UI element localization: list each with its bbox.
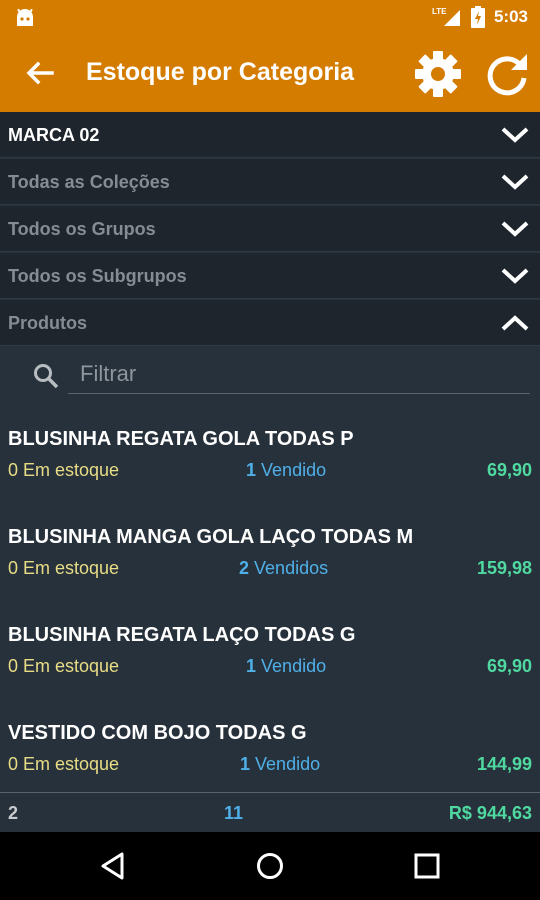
product-sold-label: Vendido — [261, 460, 327, 480]
chevron-down-icon — [501, 127, 529, 143]
filter-collection-label: Todas as Coleções — [8, 172, 170, 192]
svg-text:LTE: LTE — [432, 7, 447, 16]
product-sold-label: Vendido — [255, 754, 321, 774]
nav-home-icon[interactable] — [254, 850, 286, 882]
status-bar: LTE 5:03 — [0, 0, 540, 34]
filter-group[interactable]: Todos os Grupos — [0, 206, 540, 252]
product-sold-count: 1 — [246, 656, 257, 676]
sold-total: 11 — [224, 803, 244, 823]
product-name: BLUSINHA REGATA GOLA TODAS P — [8, 428, 354, 450]
filter-products-label: Produtos — [8, 313, 87, 333]
chevron-down-icon — [501, 221, 529, 237]
content-area: MARCA 02 Todas as Coleções Todos os Grup… — [0, 112, 540, 832]
product-sold: 1 Vendido — [240, 754, 320, 775]
chevron-up-icon — [501, 315, 529, 331]
product-name: BLUSINHA REGATA LAÇO TODAS G — [8, 624, 356, 646]
grand-total: R$ 944,63 — [448, 803, 532, 823]
product-name: VESTIDO COM BOJO TODAS G — [8, 722, 307, 744]
system-nav-bar — [0, 832, 540, 900]
filter-subgroup[interactable]: Todos os Subgrupos — [0, 253, 540, 299]
product-stock: 0 Em estoque — [8, 558, 120, 578]
android-notification-icon — [17, 8, 33, 26]
lte-signal-icon: LTE — [432, 7, 460, 26]
product-sold: 2 Vendidos — [239, 558, 328, 579]
product-count: 2 — [8, 803, 19, 823]
page-title: Estoque por Categoria — [86, 58, 355, 86]
search-icon — [34, 364, 59, 389]
filter-collection[interactable]: Todas as Coleções — [0, 159, 540, 205]
chevron-down-icon — [501, 268, 529, 284]
product-name: BLUSINHA MANGA GOLA LAÇO TODAS M — [8, 526, 414, 548]
product-price: 159,98 — [476, 558, 532, 578]
filter-brand[interactable]: MARCA 02 — [0, 112, 540, 158]
list-item[interactable]: BLUSINHA REGATA GOLA TODAS P 0 Em estoqu… — [0, 428, 540, 526]
product-stock: 0 Em estoque — [8, 754, 120, 774]
filter-subgroup-label: Todos os Subgrupos — [8, 266, 187, 286]
search-bar — [0, 346, 540, 408]
clock: 5:03 — [493, 7, 528, 26]
product-sold-label: Vendido — [261, 656, 327, 676]
list-item[interactable]: BLUSINHA MANGA GOLA LAÇO TODAS M 0 Em es… — [0, 526, 540, 624]
app-bar: Estoque por Categoria — [0, 34, 540, 112]
totals-footer: 2 11 R$ 944,63 — [0, 792, 540, 832]
filter-products[interactable]: Produtos — [0, 300, 540, 346]
filter-brand-label: MARCA 02 — [8, 125, 100, 145]
product-sold-count: 2 — [239, 558, 250, 578]
nav-recents-icon[interactable] — [411, 850, 443, 882]
chevron-down-icon — [501, 174, 529, 190]
product-price: 69,90 — [486, 656, 532, 676]
product-price: 69,90 — [486, 460, 532, 480]
product-price: 144,99 — [476, 754, 532, 774]
product-sold-count: 1 — [246, 460, 257, 480]
refresh-icon[interactable] — [483, 50, 531, 98]
nav-back-icon[interactable] — [98, 850, 130, 882]
product-sold-count: 1 — [240, 754, 251, 774]
product-stock: 0 Em estoque — [8, 656, 120, 676]
list-item[interactable]: BLUSINHA REGATA LAÇO TODAS G 0 Em estoqu… — [0, 624, 540, 722]
search-input[interactable] — [68, 354, 530, 394]
product-stock: 0 Em estoque — [8, 460, 120, 480]
filter-group-label: Todos os Grupos — [8, 219, 156, 239]
product-sold: 1 Vendido — [246, 460, 326, 481]
product-sold-label: Vendidos — [254, 558, 329, 578]
back-arrow-icon[interactable] — [22, 56, 56, 90]
settings-gear-icon[interactable] — [414, 50, 462, 98]
battery-charging-icon — [470, 6, 485, 28]
product-sold: 1 Vendido — [246, 656, 326, 677]
